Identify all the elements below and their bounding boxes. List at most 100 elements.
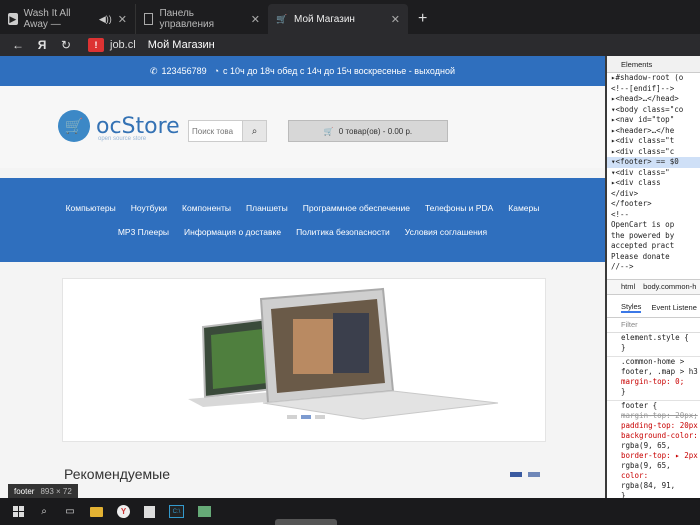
- dom-node-line[interactable]: accepted pract: [607, 241, 700, 252]
- phone-number: 123456789: [161, 66, 207, 76]
- menu-item[interactable]: Компьютеры: [66, 203, 116, 213]
- dom-node-line[interactable]: <!--: [607, 210, 700, 221]
- search-input[interactable]: [188, 120, 243, 142]
- windows-start-icon[interactable]: [12, 506, 24, 518]
- dom-node-line[interactable]: ▸<div class: [607, 178, 700, 189]
- css-rule-line[interactable]: }: [607, 343, 700, 353]
- dom-node-line[interactable]: //-->: [607, 262, 700, 273]
- css-rule-line[interactable]: margin-top: 0;: [607, 377, 700, 387]
- css-rule-line[interactable]: rgba(84, 91,: [607, 481, 700, 491]
- dom-node-line[interactable]: ▸<div class="t: [607, 136, 700, 147]
- taskbar: ⌕ ▭ Y C:\: [0, 498, 700, 525]
- category-menu: Компьютеры Ноутбуки Компоненты Планшеты …: [0, 178, 605, 262]
- menu-item[interactable]: Условия соглашения: [405, 227, 487, 237]
- dom-node-line[interactable]: ▸<div class="c: [607, 147, 700, 158]
- css-text: rgba(84, 91,: [621, 480, 676, 490]
- pager-dot[interactable]: [315, 415, 325, 419]
- css-rule-line[interactable]: margin-top: 20px;: [607, 411, 700, 421]
- css-rule-line[interactable]: .common-home >: [607, 355, 700, 367]
- styles-filter[interactable]: Filter: [607, 318, 700, 333]
- menu-item[interactable]: Ноутбуки: [131, 203, 167, 213]
- dom-node-line[interactable]: ▸#shadow-root (o: [607, 73, 700, 84]
- laptop-front: [259, 287, 499, 420]
- css-rule-line[interactable]: border-top: ▸ 2px: [607, 451, 700, 461]
- crumb[interactable]: body.common-h: [643, 282, 696, 291]
- menu-item[interactable]: Компоненты: [182, 203, 231, 213]
- devtools-panel: Elements ▸#shadow-root (o <!--[endif]--> ▸…: [605, 56, 700, 498]
- css-rule-line[interactable]: rgba(9, 65,: [607, 441, 700, 451]
- pager-dot[interactable]: [510, 472, 522, 477]
- yandex-home-icon[interactable]: Я: [30, 38, 54, 52]
- search-icon: ⌕: [251, 125, 258, 137]
- dom-node-line[interactable]: ▸<nav id="top": [607, 115, 700, 126]
- tab-control-panel[interactable]: Панель управления ✕: [135, 4, 268, 34]
- pager-dot[interactable]: [528, 472, 540, 477]
- menu-item[interactable]: Телефоны и PDA: [425, 203, 493, 213]
- css-rule-line[interactable]: footer {: [607, 399, 700, 411]
- dom-node-line[interactable]: </div>: [607, 189, 700, 200]
- tab-styles[interactable]: Styles: [621, 302, 642, 313]
- dom-node-line[interactable]: Please donate: [607, 252, 700, 263]
- menu-item[interactable]: Политика безопасности: [296, 227, 390, 237]
- cart-button[interactable]: 🛒 0 товар(ов) - 0.00 р.: [288, 120, 448, 142]
- cart-icon: 🛒: [276, 13, 288, 24]
- styles-pane: element.style {} .common-home > footer, .m…: [607, 333, 700, 499]
- menu-item[interactable]: Планшеты: [246, 203, 288, 213]
- dom-node-line[interactable]: </footer>: [607, 199, 700, 210]
- dom-node-line[interactable]: ▾<body class="co: [607, 105, 700, 116]
- banner-slider[interactable]: [62, 278, 546, 442]
- tab-elements[interactable]: Elements: [621, 60, 652, 69]
- search-button[interactable]: ⌕: [243, 120, 267, 142]
- warning-icon[interactable]: !: [88, 38, 104, 52]
- yandex-browser-icon[interactable]: Y: [117, 505, 130, 518]
- tab-event-listeners[interactable]: Event Listene: [651, 303, 696, 312]
- tab-youtube[interactable]: ▶ Wash It All Away — ◀)) ✕: [0, 4, 135, 34]
- close-tab-icon[interactable]: ✕: [118, 13, 127, 26]
- terminal-icon[interactable]: C:\: [169, 505, 184, 518]
- dom-node-line[interactable]: ▾<div class=": [607, 168, 700, 179]
- document-icon[interactable]: [144, 505, 155, 518]
- url-domain[interactable]: job.cl: [110, 39, 136, 51]
- close-tab-icon[interactable]: ✕: [251, 13, 260, 26]
- menu-item[interactable]: Информация о доставке: [184, 227, 281, 237]
- css-rule-line[interactable]: rgba(9, 65,: [607, 461, 700, 471]
- css-rule-line[interactable]: footer, .map > h3 {: [607, 367, 700, 377]
- page-title[interactable]: Мой Магазин: [148, 39, 215, 51]
- dom-tree: ▸#shadow-root (o <!--[endif]--> ▸<head>…</…: [607, 73, 700, 273]
- css-rule-line[interactable]: color:: [607, 471, 700, 481]
- css-text: .common-home >: [621, 356, 685, 366]
- dom-node-line[interactable]: ▸<head>…</head>: [607, 94, 700, 105]
- close-tab-icon[interactable]: ✕: [391, 13, 400, 26]
- menu-item[interactable]: Камеры: [508, 203, 539, 213]
- new-tab-button[interactable]: +: [408, 4, 437, 34]
- menu-item[interactable]: MP3 Плееры: [118, 227, 169, 237]
- speaker-icon[interactable]: ◀)): [99, 14, 112, 25]
- dom-node-line[interactable]: <!--[endif]-->: [607, 84, 700, 95]
- tab-my-shop[interactable]: 🛒 Мой Магазин ✕: [268, 4, 408, 34]
- file-explorer-icon[interactable]: [90, 506, 103, 517]
- menu-item[interactable]: Программное обеспечение: [303, 203, 410, 213]
- back-icon[interactable]: ←: [6, 38, 30, 52]
- reload-icon[interactable]: ↻: [54, 38, 78, 52]
- css-rule-line[interactable]: }: [607, 387, 700, 397]
- pager-dot[interactable]: [301, 415, 311, 419]
- dom-node-line[interactable]: OpenCart is op: [607, 220, 700, 231]
- pager-dot[interactable]: [287, 415, 297, 419]
- task-view-icon[interactable]: ▭: [64, 506, 76, 518]
- css-rule-line[interactable]: }: [607, 491, 700, 499]
- dom-node-line[interactable]: the powered by: [607, 231, 700, 242]
- dom-node-line[interactable]: ▸<header>…</he: [607, 126, 700, 137]
- image-viewer-icon[interactable]: [198, 506, 211, 517]
- css-text: }: [621, 386, 626, 396]
- css-text: padding-top: 20px: [621, 420, 698, 430]
- crumb[interactable]: html: [621, 282, 635, 291]
- css-rule-line[interactable]: background-color:: [607, 431, 700, 441]
- dom-node-line[interactable]: ▾<footer> == $0: [607, 157, 700, 168]
- search-icon[interactable]: ⌕: [38, 506, 50, 518]
- css-rule-line[interactable]: element.style {: [607, 333, 700, 343]
- menu-row-1: Компьютеры Ноутбуки Компоненты Планшеты …: [66, 203, 540, 213]
- css-text: element.style {: [621, 332, 689, 342]
- cart-logo-icon: 🛒: [58, 110, 90, 142]
- css-rule-line[interactable]: padding-top: 20px: [607, 421, 700, 431]
- css-text: rgba(9, 65,: [621, 460, 671, 470]
